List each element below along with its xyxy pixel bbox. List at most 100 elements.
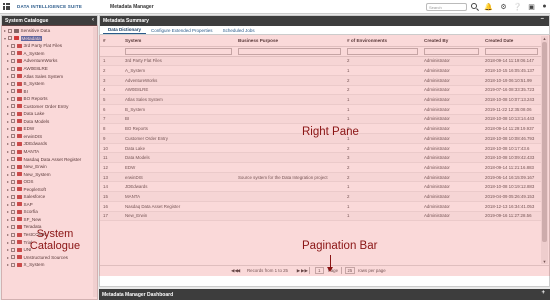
table-row[interactable]: 12 EDW 2 Administrator 2018-09-14 11:21:16.8…	[100, 162, 541, 173]
tree-item-system[interactable]: ▸ ODS	[2, 178, 97, 186]
table-row[interactable]: 10 Data Lake 2 Administrator 2018-10-08 10:1…	[100, 143, 541, 154]
tree-item-system[interactable]: ▸ AW0E8LRE	[2, 65, 97, 73]
tree-checkbox[interactable]	[11, 43, 15, 48]
tree-item-system[interactable]: ▸ X_System	[2, 261, 97, 269]
tree-item-system[interactable]: ▸ PeopleSoft	[2, 185, 97, 193]
tree-checkbox[interactable]	[11, 81, 15, 86]
app-grid-icon[interactable]	[3, 3, 10, 10]
column-header-business-purpose[interactable]: Business Purpose	[235, 36, 344, 47]
tree-checkbox[interactable]	[8, 28, 12, 33]
tree-item-system[interactable]: ▸ Data Lake	[2, 110, 97, 118]
filter-created-by-input[interactable]	[424, 47, 479, 55]
tree-item-system[interactable]: ▸ SAP	[2, 201, 97, 209]
scroll-up-icon[interactable]: ▲	[542, 36, 547, 41]
tree-item-system[interactable]: ▸ 3rd Party Flat Files	[2, 42, 97, 50]
tab-configure-extended-properties[interactable]: Configure Extended Properties	[146, 28, 218, 35]
gear-icon[interactable]: ⚙	[499, 2, 508, 11]
tree-checkbox[interactable]	[11, 74, 15, 79]
tree-item-system[interactable]: ▸ Salesforce	[2, 193, 97, 201]
tree-checkbox[interactable]	[11, 240, 15, 245]
tree-checkbox[interactable]	[11, 149, 15, 154]
page-size-select[interactable]: 25	[344, 267, 355, 274]
tree-checkbox[interactable]	[11, 224, 15, 229]
tree-checkbox[interactable]	[11, 247, 15, 252]
table-row[interactable]: 2 A_System 1 Administrator 2018-10-15 16:05:…	[100, 65, 541, 76]
scroll-thumb[interactable]	[542, 42, 547, 242]
tab-data-dictionary[interactable]: Data Dictionary	[103, 27, 147, 34]
table-row[interactable]: 17 New_Erwin 1 Administrator 2019-09-16 11:2…	[100, 211, 541, 222]
table-row[interactable]: 1 3rd Party Flat Files 2 Administrator 2018-…	[100, 56, 541, 67]
left-scrollbar[interactable]	[93, 27, 97, 297]
tree-item-system[interactable]: ▸ Atlas Sales System	[2, 72, 97, 80]
tree-item-system[interactable]: ▸ Nasdaq Data Asset Register	[2, 155, 97, 163]
tree-item-system[interactable]: ▸ Scorfia	[2, 208, 97, 216]
table-row[interactable]: 7 BI 1 Administrator 2018-10-08 10:13:14.443	[100, 114, 541, 125]
tree-item-system[interactable]: ▸ SF_New	[2, 216, 97, 224]
tree-item-system[interactable]: ▸ BO Reports	[2, 95, 97, 103]
collapse-left-icon[interactable]: ‹	[92, 17, 94, 23]
tree-checkbox[interactable]	[11, 209, 15, 214]
table-row[interactable]: 3 AdventureWorks 2 Administrator 2018-10-19 …	[100, 75, 541, 86]
table-row[interactable]: 14 JDEdwards 1 Administrator 2018-10-08 10:1…	[100, 181, 541, 193]
user-icon[interactable]: ●	[540, 2, 549, 11]
tree-item-system[interactable]: ▸ JDEdwards	[2, 140, 97, 148]
tree-item-system[interactable]: ▸ EDW	[2, 125, 97, 133]
table-row[interactable]: 13 erwinDIS Source system for the Data Int…	[100, 172, 541, 183]
tree-checkbox[interactable]	[11, 89, 15, 94]
search-input[interactable]: Search	[426, 3, 467, 11]
tree-item-system[interactable]: ▸ A_System	[2, 50, 97, 58]
tree-item-system[interactable]: ▸ New_Erwin	[2, 163, 97, 171]
tree-checkbox[interactable]	[11, 187, 15, 192]
tree-checkbox[interactable]	[11, 134, 15, 139]
tree-checkbox[interactable]	[11, 66, 15, 71]
tree-checkbox[interactable]	[11, 179, 15, 184]
tree-checkbox[interactable]	[11, 262, 15, 267]
tree-checkbox[interactable]	[11, 217, 15, 222]
filter-environments-input[interactable]	[347, 47, 418, 55]
tree-checkbox[interactable]	[11, 119, 15, 124]
tree-checkbox[interactable]	[11, 111, 15, 116]
tree-checkbox[interactable]	[11, 126, 15, 131]
tree-item-system[interactable]: ▸ Unstructured Sources	[2, 253, 97, 261]
tree-item-system[interactable]: ▸ New_System	[2, 170, 97, 178]
column-header-number[interactable]: #	[100, 36, 122, 47]
column-header-system[interactable]: System	[122, 36, 235, 47]
table-row[interactable]: 11 Data Models 3 Administrator 2018-10-08 10…	[100, 152, 541, 164]
tree-item-system[interactable]: ▸ MANTA	[2, 148, 97, 156]
book-icon[interactable]: ▣	[527, 2, 536, 11]
tree-item-root[interactable]: ▾ Metadata	[2, 35, 97, 43]
tree-checkbox[interactable]	[11, 157, 15, 162]
column-header-environments[interactable]: # of Environments	[344, 36, 421, 47]
tree-item-system[interactable]: ▸ AdventureWorks	[2, 57, 97, 65]
page-number-input[interactable]: 1	[314, 267, 324, 274]
table-row[interactable]: 6 B_System 1 Administrator 2019-11-22 12:35:…	[100, 104, 541, 115]
tree-item-system[interactable]: ▸ Data Models	[2, 118, 97, 126]
tree-checkbox[interactable]	[11, 51, 15, 56]
table-row[interactable]: 15 MANTA 2 Administrator 2019-04-09 05:26:49…	[100, 191, 541, 202]
tab-scheduled-jobs[interactable]: Scheduled Jobs	[218, 28, 260, 35]
tree-checkbox[interactable]	[11, 194, 15, 199]
bell-icon[interactable]: 🔔	[484, 2, 493, 11]
tree-checkbox[interactable]	[11, 58, 15, 63]
prev-page-icon[interactable]: ◀	[236, 268, 241, 274]
tree-checkbox[interactable]	[11, 255, 15, 260]
filter-business-purpose-input[interactable]	[238, 47, 341, 55]
last-page-icon[interactable]: ▶▶	[301, 268, 308, 274]
scroll-down-icon[interactable]: ▼	[542, 259, 547, 264]
search-icon[interactable]	[471, 3, 477, 9]
tree-checkbox[interactable]	[11, 172, 15, 177]
tree-checkbox[interactable]	[11, 202, 15, 207]
tree-item-system[interactable]: ▸ erwinDIS	[2, 133, 97, 141]
tree-item-root[interactable]: ▸ Sensitive Data	[2, 27, 97, 35]
tree-checkbox[interactable]	[11, 141, 15, 146]
tree-checkbox[interactable]	[8, 36, 12, 41]
tree-item-system[interactable]: ▸ B_System	[2, 80, 97, 88]
filter-created-date-input[interactable]	[485, 47, 538, 55]
tree-checkbox[interactable]	[11, 104, 15, 109]
tree-checkbox[interactable]	[11, 232, 15, 237]
table-scrollbar[interactable]: ▲ ▼	[541, 36, 548, 264]
table-row[interactable]: 4 AW0E8LRE 2 Administrator 2019-07-16 08:33:…	[100, 85, 541, 96]
tree-item-system[interactable]: ▸ BI	[2, 87, 97, 95]
column-header-created-by[interactable]: Created By	[421, 36, 482, 47]
tree-checkbox[interactable]	[11, 164, 15, 169]
